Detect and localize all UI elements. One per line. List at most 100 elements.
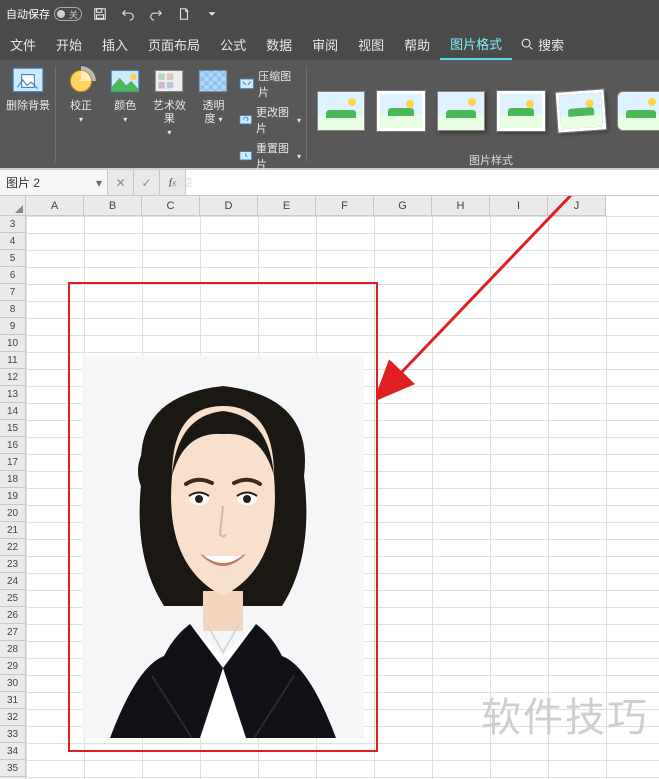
col-header-B[interactable]: B — [84, 196, 142, 216]
col-header-C[interactable]: C — [142, 196, 200, 216]
col-header-D[interactable]: D — [200, 196, 258, 216]
redo-icon[interactable] — [146, 4, 166, 24]
row-header-7[interactable]: 7 — [0, 284, 26, 301]
change-picture-button[interactable]: 更改图片 ▾ — [239, 104, 301, 136]
group-label-styles: 图片样式 — [313, 150, 659, 166]
row-header-19[interactable]: 19 — [0, 488, 26, 505]
tab-pagelayout[interactable]: 页面布局 — [138, 28, 210, 60]
color-button[interactable]: 颜色▾ — [106, 64, 144, 126]
row-header-9[interactable]: 9 — [0, 318, 26, 335]
col-header-F[interactable]: F — [316, 196, 374, 216]
autosave-toggle[interactable]: 自动保存 关 — [6, 6, 82, 22]
toggle-state: 关 — [69, 8, 78, 21]
undo-icon[interactable] — [118, 4, 138, 24]
compress-icon — [239, 76, 255, 92]
column-headers: ABCDEFGHIJ — [0, 196, 659, 216]
tab-help[interactable]: 帮助 — [394, 28, 440, 60]
row-header-28[interactable]: 28 — [0, 641, 26, 658]
row-header-11[interactable]: 11 — [0, 352, 26, 369]
row-header-23[interactable]: 23 — [0, 556, 26, 573]
remove-background-button[interactable]: 删除背景 — [6, 64, 50, 113]
row-header-33[interactable]: 33 — [0, 726, 26, 743]
row-header-30[interactable]: 30 — [0, 675, 26, 692]
row-header-27[interactable]: 27 — [0, 624, 26, 641]
portrait-photo — [82, 356, 364, 738]
row-header-24[interactable]: 24 — [0, 573, 26, 590]
change-picture-icon — [239, 112, 252, 128]
transparency-button[interactable]: 透明度 ▾ — [194, 64, 232, 126]
col-header-J[interactable]: J — [548, 196, 606, 216]
row-header-32[interactable]: 32 — [0, 709, 26, 726]
tab-formulas[interactable]: 公式 — [210, 28, 256, 60]
col-header-A[interactable]: A — [26, 196, 84, 216]
qat-more-icon[interactable] — [202, 4, 222, 24]
ribbon-group-adjust: 校正▾ 颜色▾ 艺术效果▾ 透明度 ▾ — [56, 60, 307, 168]
row-header-35[interactable]: 35 — [0, 760, 26, 777]
picture-style-1[interactable] — [317, 91, 365, 131]
save-icon[interactable] — [90, 4, 110, 24]
row-header-34[interactable]: 34 — [0, 743, 26, 760]
toggle-switch[interactable]: 关 — [54, 7, 82, 21]
col-header-H[interactable]: H — [432, 196, 490, 216]
spreadsheet-grid[interactable]: ABCDEFGHIJ 34567891011121314151617181920… — [0, 196, 659, 779]
color-icon — [108, 64, 142, 98]
row-headers: 3456789101112131415161718192021222324252… — [0, 216, 26, 779]
row-header-13[interactable]: 13 — [0, 386, 26, 403]
title-bar: 自动保存 关 — [0, 0, 659, 28]
remove-bg-label: 删除背景 — [6, 100, 50, 113]
row-header-3[interactable]: 3 — [0, 216, 26, 233]
row-header-4[interactable]: 4 — [0, 233, 26, 250]
tab-view[interactable]: 视图 — [348, 28, 394, 60]
row-header-15[interactable]: 15 — [0, 420, 26, 437]
row-header-5[interactable]: 5 — [0, 250, 26, 267]
document-icon[interactable] — [174, 4, 194, 24]
picture-style-5[interactable] — [556, 89, 607, 132]
row-header-29[interactable]: 29 — [0, 658, 26, 675]
row-header-14[interactable]: 14 — [0, 403, 26, 420]
picture-style-6[interactable] — [617, 91, 659, 131]
inserted-picture[interactable] — [82, 356, 364, 738]
corrections-icon — [64, 64, 98, 98]
tab-home[interactable]: 开始 — [46, 28, 92, 60]
tab-picture-format[interactable]: 图片格式 — [440, 28, 512, 60]
row-header-18[interactable]: 18 — [0, 471, 26, 488]
row-header-21[interactable]: 21 — [0, 522, 26, 539]
row-header-6[interactable]: 6 — [0, 267, 26, 284]
tab-insert[interactable]: 插入 — [92, 28, 138, 60]
tab-data[interactable]: 数据 — [256, 28, 302, 60]
artistic-effects-button[interactable]: 艺术效果▾ — [150, 64, 188, 139]
picture-style-2[interactable] — [377, 91, 425, 131]
tab-file[interactable]: 文件 — [0, 28, 46, 60]
row-header-20[interactable]: 20 — [0, 505, 26, 522]
watermark: 软件技巧 — [481, 685, 649, 743]
picture-style-3[interactable] — [437, 91, 485, 131]
row-header-10[interactable]: 10 — [0, 335, 26, 352]
row-header-22[interactable]: 22 — [0, 539, 26, 556]
col-header-E[interactable]: E — [258, 196, 316, 216]
search-label: 搜索 — [538, 35, 564, 54]
reset-picture-button[interactable]: 重置图片 ▾ — [239, 140, 301, 172]
picture-style-4[interactable] — [497, 91, 545, 131]
ribbon: 删除背景 校正▾ 颜色▾ 艺术效果▾ — [0, 60, 659, 168]
tab-review[interactable]: 审阅 — [302, 28, 348, 60]
corrections-button[interactable]: 校正▾ — [62, 64, 100, 126]
ribbon-tabs: 文件 开始 插入 页面布局 公式 数据 审阅 视图 帮助 图片格式 搜索 — [0, 28, 659, 60]
col-header-G[interactable]: G — [374, 196, 432, 216]
group-label-adjust: 调整 — [62, 172, 301, 188]
remove-bg-icon — [11, 64, 45, 98]
row-header-25[interactable]: 25 — [0, 590, 26, 607]
search-icon — [520, 37, 534, 51]
select-all-corner[interactable] — [0, 196, 26, 216]
search-button[interactable]: 搜索 — [520, 28, 564, 60]
row-header-31[interactable]: 31 — [0, 692, 26, 709]
col-header-I[interactable]: I — [490, 196, 548, 216]
row-header-16[interactable]: 16 — [0, 437, 26, 454]
reset-picture-icon — [239, 148, 252, 164]
row-header-26[interactable]: 26 — [0, 607, 26, 624]
compress-picture-button[interactable]: 压缩图片 — [239, 68, 301, 100]
row-header-17[interactable]: 17 — [0, 454, 26, 471]
artistic-icon — [152, 64, 186, 98]
row-header-12[interactable]: 12 — [0, 369, 26, 386]
autosave-label: 自动保存 — [6, 6, 50, 22]
row-header-8[interactable]: 8 — [0, 301, 26, 318]
